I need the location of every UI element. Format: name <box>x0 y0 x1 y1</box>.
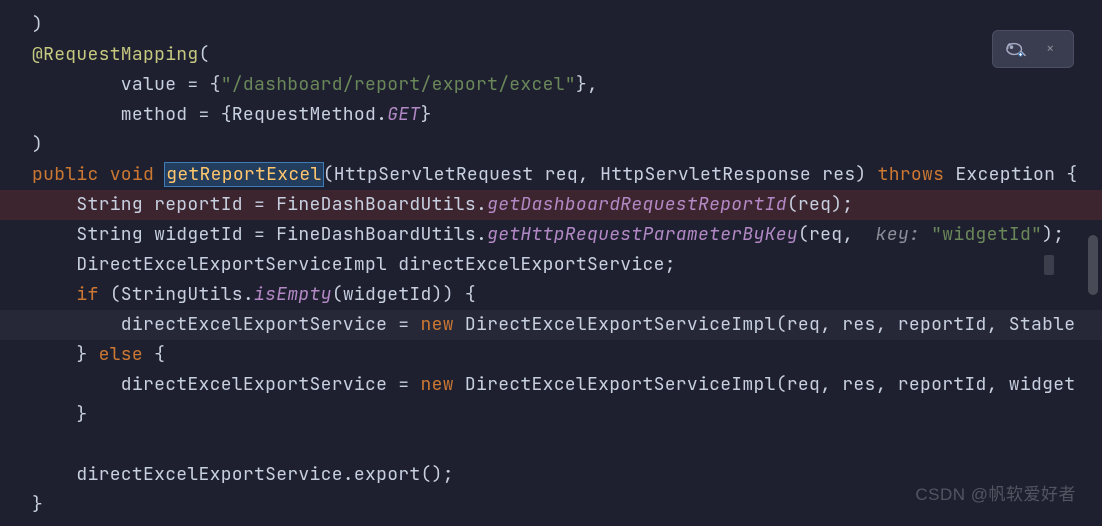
code-line: String widgetId = FineDashBoardUtils.get… <box>0 220 1102 250</box>
selected-symbol: getReportExcel <box>164 162 323 187</box>
code-line: method = {RequestMethod.GET} <box>0 100 1102 130</box>
code-line: } <box>0 400 1102 430</box>
code-editor[interactable]: ) @RequestMapping( value = {"/dashboard/… <box>0 0 1102 526</box>
code-line: ) <box>0 10 1102 40</box>
code-line: directExcelExportService = new DirectExc… <box>0 370 1102 400</box>
watermark: CSDN @帆软爱好者 <box>915 480 1076 510</box>
code-line: } else { <box>0 340 1102 370</box>
code-line: @RequestMapping( <box>0 40 1102 70</box>
floating-toolbar: × <box>992 30 1074 68</box>
scrollbar-thumb[interactable] <box>1088 235 1098 295</box>
scroll-marker <box>1044 255 1054 275</box>
code-line: public void getReportExcel(HttpServletRe… <box>0 160 1102 190</box>
close-icon[interactable]: × <box>1040 30 1061 68</box>
code-line: ) <box>0 130 1102 160</box>
code-line: value = {"/dashboard/report/export/excel… <box>0 70 1102 100</box>
code-line <box>0 430 1102 460</box>
code-line: directExcelExportService = new DirectExc… <box>0 310 1102 340</box>
code-line: if (StringUtils.isEmpty(widgetId)) { <box>0 280 1102 310</box>
code-line: DirectExcelExportServiceImpl directExcel… <box>0 250 1102 280</box>
code-line: String reportId = FineDashBoardUtils.get… <box>0 190 1102 220</box>
inspect-icon[interactable] <box>1005 39 1027 59</box>
